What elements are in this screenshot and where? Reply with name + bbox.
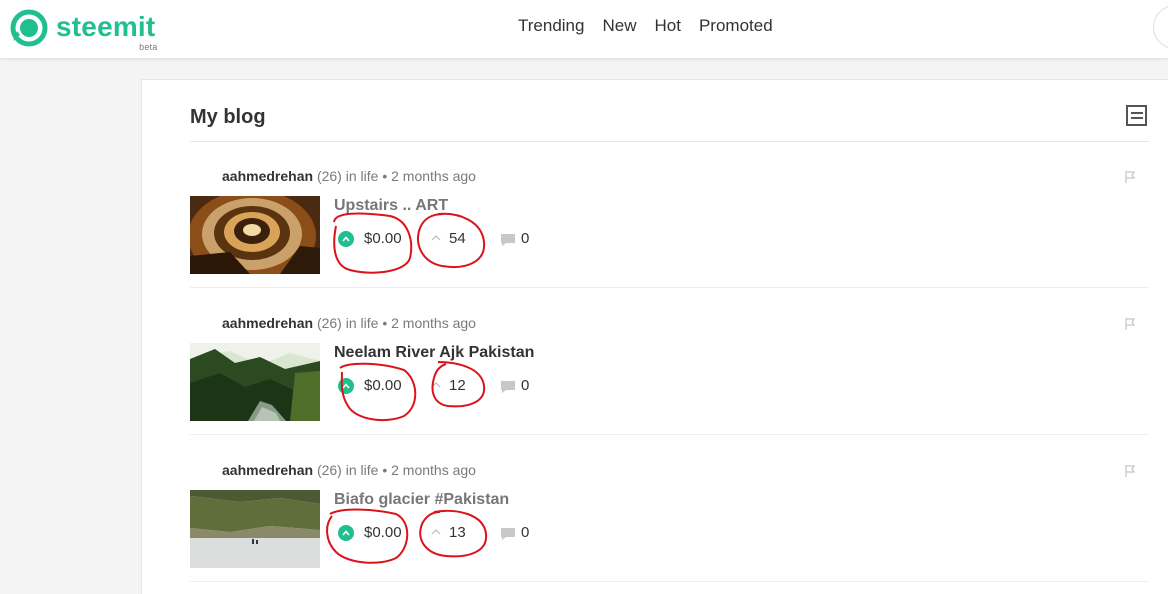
post-item: aahmedrehan (26) in life • 2 months ago …: [190, 436, 1149, 582]
post-item: aahmedrehan (26) in life • 2 months ago …: [190, 289, 1149, 435]
blog-panel: My blog aahmedrehan (26) in life • 2 mon…: [141, 79, 1168, 594]
post-author[interactable]: aahmedrehan: [222, 168, 313, 184]
post-payout[interactable]: $0.00: [364, 524, 402, 541]
category-prefix: in: [345, 462, 357, 478]
author-reputation: (26): [316, 168, 342, 184]
post-comments[interactable]: 0: [521, 377, 529, 394]
nav-hot[interactable]: Hot: [654, 16, 680, 36]
brand-name: steemit beta: [56, 11, 157, 52]
page-background: [141, 58, 1168, 79]
nav-new[interactable]: New: [602, 16, 636, 36]
blog-title: My blog: [190, 106, 266, 128]
post-meta: aahmedrehan (26) in life • 2 months ago: [222, 462, 476, 478]
post-voters[interactable]: 12: [449, 377, 466, 394]
meta-separator: •: [382, 168, 388, 184]
post-voters[interactable]: 13: [449, 524, 466, 541]
voters-caret-icon[interactable]: [430, 379, 442, 391]
post-comments[interactable]: 0: [521, 524, 529, 541]
post-time[interactable]: 2 months ago: [391, 315, 476, 331]
meta-separator: •: [382, 462, 388, 478]
comment-icon[interactable]: [500, 527, 516, 541]
user-avatar-button[interactable]: [1153, 5, 1168, 49]
author-reputation: (26): [316, 462, 342, 478]
post-author[interactable]: aahmedrehan: [222, 315, 313, 331]
left-sidebar: [0, 58, 141, 594]
beta-badge: beta: [139, 42, 158, 52]
post-category[interactable]: life: [361, 462, 379, 478]
author-reputation: (26): [316, 315, 342, 331]
post-payout[interactable]: $0.00: [364, 377, 402, 394]
post-thumbnail[interactable]: [190, 343, 320, 421]
category-prefix: in: [345, 315, 357, 331]
comment-icon[interactable]: [500, 380, 516, 394]
post-category[interactable]: life: [361, 315, 379, 331]
post-comments[interactable]: 0: [521, 230, 529, 247]
post-title[interactable]: Neelam River Ajk Pakistan: [334, 344, 534, 362]
flag-icon[interactable]: [1124, 464, 1136, 478]
post-meta: aahmedrehan (26) in life • 2 months ago: [222, 315, 476, 331]
category-prefix: in: [345, 168, 357, 184]
flag-icon[interactable]: [1124, 170, 1136, 184]
nav-promoted[interactable]: Promoted: [699, 16, 773, 36]
post-thumbnail[interactable]: [190, 196, 320, 274]
main-nav: Trending New Hot Promoted: [509, 16, 782, 36]
post-voters[interactable]: 54: [449, 230, 466, 247]
voters-caret-icon[interactable]: [430, 232, 442, 244]
post-time[interactable]: 2 months ago: [391, 462, 476, 478]
post-payout[interactable]: $0.00: [364, 230, 402, 247]
post-time[interactable]: 2 months ago: [391, 168, 476, 184]
post-category[interactable]: life: [361, 168, 379, 184]
flag-icon[interactable]: [1124, 317, 1136, 331]
upvote-icon[interactable]: [338, 231, 354, 247]
brand-text: steemit: [56, 11, 156, 42]
steemit-logo[interactable]: steemit beta: [8, 7, 157, 52]
post-author[interactable]: aahmedrehan: [222, 462, 313, 478]
meta-separator: •: [382, 315, 388, 331]
upvote-icon[interactable]: [338, 525, 354, 541]
post-thumbnail[interactable]: [190, 490, 320, 568]
nav-trending[interactable]: Trending: [518, 16, 584, 36]
steemit-logo-icon: [10, 9, 48, 47]
comment-icon[interactable]: [500, 233, 516, 247]
upvote-icon[interactable]: [338, 378, 354, 394]
post-title[interactable]: Biafo glacier #Pakistan: [334, 491, 509, 509]
layout-toggle-icon[interactable]: [1126, 105, 1147, 126]
post-item: aahmedrehan (26) in life • 2 months ago: [190, 142, 1149, 288]
voters-caret-icon[interactable]: [430, 526, 442, 538]
post-meta: aahmedrehan (26) in life • 2 months ago: [222, 168, 476, 184]
post-title[interactable]: Upstairs .. ART: [334, 197, 448, 215]
top-header: steemit beta Trending New Hot Promoted: [0, 0, 1168, 58]
